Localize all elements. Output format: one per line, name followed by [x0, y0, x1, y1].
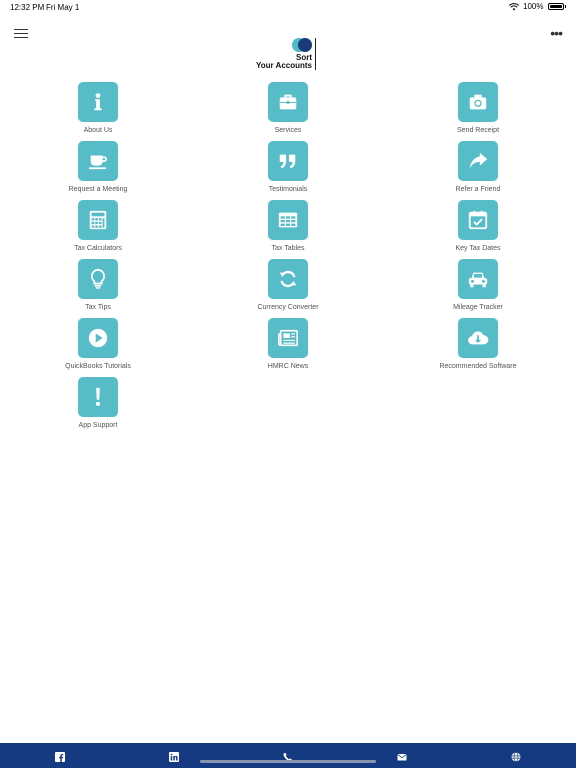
- lightbulb-icon: [90, 268, 106, 289]
- status-bar: 12:32 PM Fri May 1 100%: [0, 0, 576, 16]
- newspaper-icon: [278, 329, 298, 347]
- battery-percent: 100%: [523, 2, 544, 11]
- bottom-nav-website[interactable]: [511, 749, 523, 762]
- quote-icon: [279, 154, 296, 169]
- tile-about-us[interactable]: About Us: [48, 82, 148, 134]
- tile-request-meeting[interactable]: Request a Meeting: [48, 141, 148, 193]
- tile-recommended-software[interactable]: Recommended Software: [428, 318, 528, 370]
- table-icon: [278, 212, 298, 228]
- globe-icon: [511, 752, 521, 762]
- tile-hmrc-news[interactable]: HMRC News: [238, 318, 338, 370]
- tile-key-tax-dates[interactable]: Key Tax Dates: [428, 200, 528, 252]
- car-icon: [468, 272, 488, 288]
- tile-app-support[interactable]: App Support: [48, 377, 148, 429]
- more-options-icon[interactable]: •••: [550, 26, 563, 40]
- briefcase-icon: [279, 94, 297, 110]
- tile-services[interactable]: Services: [238, 82, 338, 134]
- tile-label: Tax Tables: [271, 245, 305, 252]
- tile-tax-tables[interactable]: Tax Tables: [238, 200, 338, 252]
- tile-label: Recommended Software: [439, 363, 517, 370]
- linkedin-icon: [169, 752, 179, 762]
- tile-mileage-tracker[interactable]: Mileage Tracker: [428, 259, 528, 311]
- tile-label: Services: [274, 127, 302, 134]
- tile-label: QuickBooks Tutorials: [65, 363, 131, 370]
- tile-label: Testimonials: [268, 186, 308, 193]
- tile-label: About Us: [83, 127, 113, 134]
- bottom-nav-bar: [0, 743, 576, 768]
- tile-label: Send Receipt: [456, 127, 500, 134]
- status-date: Fri May 1: [46, 3, 80, 12]
- camera-icon: [469, 94, 487, 110]
- tile-label: Tax Tips: [85, 304, 111, 311]
- logo-divider: [315, 38, 316, 70]
- calendar-check-icon: [468, 210, 488, 230]
- coffee-cup-icon: [88, 155, 108, 170]
- wifi-icon: [509, 2, 520, 10]
- status-time: 12:32 PM: [10, 3, 45, 12]
- tile-testimonials[interactable]: Testimonials: [238, 141, 338, 193]
- tile-label: Key Tax Dates: [455, 245, 501, 252]
- play-icon: [88, 328, 108, 348]
- tile-send-receipt[interactable]: Send Receipt: [428, 82, 528, 134]
- refresh-icon: [279, 270, 297, 288]
- app-logo: Sort Your Accounts: [252, 36, 322, 72]
- tile-label: Mileage Tracker: [453, 304, 503, 311]
- tile-label: Request a Meeting: [68, 186, 128, 193]
- tile-label: Currency Converter: [257, 304, 319, 311]
- tile-currency-converter[interactable]: Currency Converter: [238, 259, 338, 311]
- tile-label: Refer a Friend: [455, 186, 501, 193]
- bottom-nav-linkedin[interactable]: [169, 749, 181, 762]
- home-indicator[interactable]: [200, 760, 376, 763]
- bottom-nav-facebook[interactable]: [55, 749, 67, 762]
- battery-icon: [547, 3, 564, 10]
- status-indicators: 100%: [509, 2, 566, 11]
- tile-quickbooks-tutorials[interactable]: QuickBooks Tutorials: [48, 318, 148, 370]
- hamburger-menu-icon[interactable]: [14, 29, 28, 39]
- tile-refer-friend[interactable]: Refer a Friend: [428, 141, 528, 193]
- calculator-icon: [89, 210, 107, 230]
- cloud-download-icon: [468, 331, 489, 345]
- tile-tax-tips[interactable]: Tax Tips: [48, 259, 148, 311]
- battery-tip: [564, 5, 566, 8]
- tile-label: HMRC News: [267, 363, 309, 370]
- bottom-nav-mail[interactable]: [397, 749, 409, 761]
- info-icon: [94, 93, 102, 111]
- logo-line2: Your Accounts: [255, 61, 312, 70]
- mail-icon: [397, 753, 407, 761]
- logo-circles-icon: [292, 38, 316, 52]
- exclamation-icon: [96, 387, 100, 406]
- facebook-icon: [55, 752, 65, 762]
- share-arrow-icon: [469, 152, 488, 169]
- tile-label: App Support: [78, 422, 118, 429]
- tile-tax-calculators[interactable]: Tax Calculators: [48, 200, 148, 252]
- logo-text: Sort Your Accounts: [256, 54, 312, 70]
- tile-label: Tax Calculators: [74, 245, 122, 252]
